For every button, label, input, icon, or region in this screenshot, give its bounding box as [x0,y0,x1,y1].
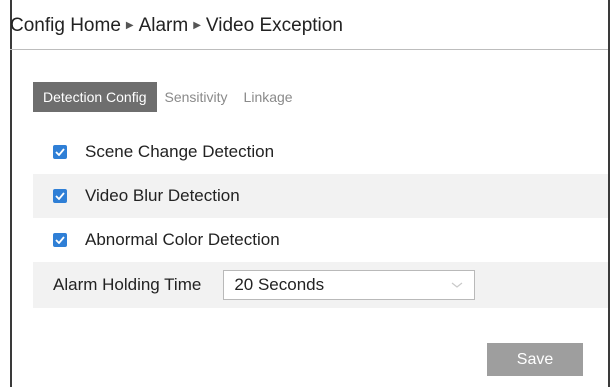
breadcrumb-video-exception: Video Exception [205,15,343,36]
alarm-holding-value: 20 Seconds [234,275,325,294]
breadcrumb-separator-icon: ▶ [193,19,201,31]
breadcrumb-config-home[interactable]: Config Home [10,15,121,37]
alarm-holding-label: Alarm Holding Time [53,275,202,294]
breadcrumb-separator-icon: ▶ [125,19,134,31]
checkmark-icon [55,148,65,156]
tab-linkage[interactable]: Linkage [236,82,301,112]
option-row-abnormal-color: Abnormal Color Detection [33,218,608,262]
save-button[interactable]: Save [487,343,583,376]
option-row-scene-change: Scene Change Detection [33,130,608,174]
breadcrumb-alarm[interactable]: Alarm [139,15,189,37]
tab-detection-config[interactable]: Detection Config [33,82,157,112]
checkmark-icon [55,236,65,244]
tab-bar: Detection Config Sensitivity Linkage [33,82,301,112]
option-row-video-blur: Video Blur Detection [33,174,608,218]
scene-change-label: Scene Change Detection [85,142,275,161]
header-divider [10,49,608,50]
tab-sensitivity[interactable]: Sensitivity [157,82,236,112]
video-blur-checkbox[interactable] [53,189,67,203]
alarm-holding-row: Alarm Holding Time 20 Seconds [33,262,608,308]
chevron-down-icon [451,282,463,288]
breadcrumb: Config Home ▶ Alarm ▶ Video Exception [10,15,343,37]
abnormal-color-label: Abnormal Color Detection [85,230,280,249]
video-blur-label: Video Blur Detection [85,186,240,205]
abnormal-color-checkbox[interactable] [53,233,67,247]
scene-change-checkbox[interactable] [53,145,67,159]
detection-options: Scene Change Detection Video Blur Detect… [33,130,608,308]
alarm-holding-select[interactable]: 20 Seconds [223,270,476,300]
checkmark-icon [55,192,65,200]
